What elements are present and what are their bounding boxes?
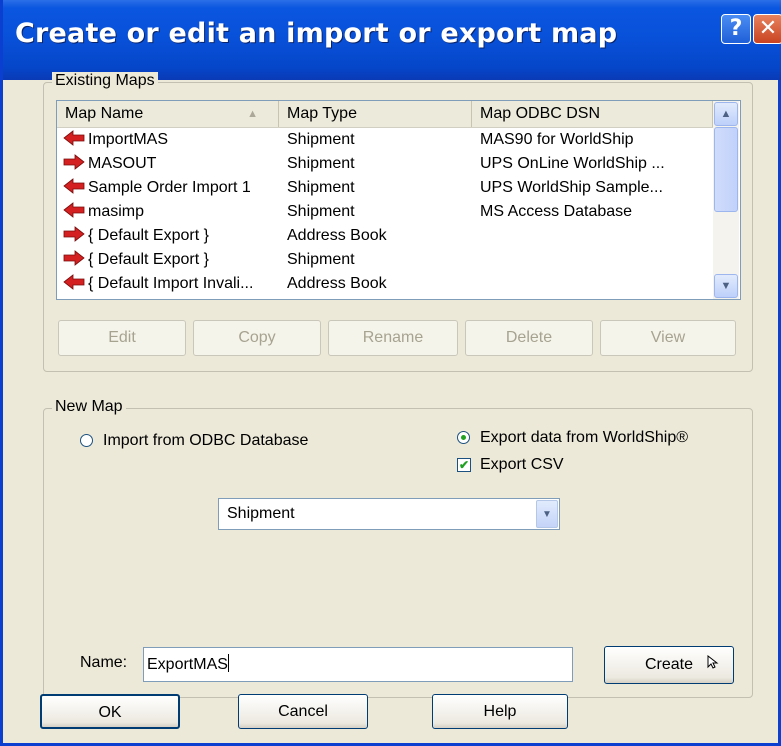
import-arrow-icon [63, 274, 85, 290]
maps-list[interactable]: Map Name ▲ Map Type Map ODBC DSN ImportMA… [56, 100, 741, 300]
import-arrow-icon [63, 130, 85, 146]
export-arrow-icon [63, 154, 85, 170]
map-name-cell: Sample Order Import 1 [63, 176, 277, 200]
map-row[interactable]: ImportMAS Shipment MAS90 for WorldShip [57, 128, 713, 152]
view-button[interactable]: View [600, 320, 736, 356]
import-option-label[interactable]: Import from ODBC Database [103, 432, 308, 450]
maps-list-header: Map Name ▲ Map Type Map ODBC DSN [57, 101, 713, 128]
map-type-cell: Shipment [287, 251, 355, 268]
map-name-cell: { Default Import Invali... [63, 272, 277, 296]
export-option-label[interactable]: Export data from WorldShip® [480, 429, 688, 447]
map-type-selected: Shipment [227, 505, 295, 522]
import-arrow-icon [63, 202, 85, 218]
map-type-cell: Shipment [287, 131, 355, 148]
copy-button[interactable]: Copy [193, 320, 321, 356]
column-map-type[interactable]: Map Type [279, 101, 472, 127]
sort-arrow-icon: ▲ [247, 108, 258, 120]
existing-maps-legend: Existing Maps [52, 72, 158, 90]
edit-button[interactable]: Edit [58, 320, 186, 356]
mouse-pointer-icon [707, 655, 719, 669]
map-row[interactable]: { Default Export } Shipment [57, 248, 713, 272]
export-arrow-icon [63, 250, 85, 266]
dropdown-arrow-icon[interactable]: ▼ [536, 500, 558, 528]
map-name-input[interactable]: ExportMAS [143, 647, 573, 682]
map-name-cell: { Default Export } [63, 224, 277, 248]
scroll-thumb[interactable] [714, 127, 738, 212]
map-name-cell: ImportMAS [63, 128, 277, 152]
map-type-cell: Shipment [287, 155, 355, 172]
scroll-down-icon[interactable]: ▼ [714, 274, 738, 298]
map-name-cell: masimp [63, 200, 277, 224]
map-type-cell: Address Book [287, 275, 387, 292]
column-map-odbc-dsn[interactable]: Map ODBC DSN [472, 101, 713, 127]
map-row[interactable]: Sample Order Import 1 Shipment UPS WorldSh… [57, 176, 713, 200]
map-type-cell: Address Book [287, 227, 387, 244]
export-csv-checkbox[interactable]: ✔ [457, 458, 471, 472]
export-csv-label[interactable]: Export CSV [480, 456, 564, 474]
export-option-radio[interactable] [457, 431, 470, 444]
export-arrow-icon [63, 226, 85, 242]
ok-button[interactable]: OK [40, 694, 180, 729]
cancel-button[interactable]: Cancel [238, 694, 368, 729]
name-label: Name: [80, 654, 128, 671]
map-type-cell: Shipment [287, 179, 355, 196]
rename-button[interactable]: Rename [328, 320, 458, 356]
map-dsn-cell: MS Access Database [480, 203, 633, 220]
map-row[interactable]: masimp Shipment MS Access Database [57, 200, 713, 224]
map-dsn-cell: MAS90 for WorldShip [480, 131, 634, 148]
map-type-select[interactable]: Shipment ▼ [218, 498, 560, 530]
map-name-cell: MASOUT [63, 152, 277, 176]
column-map-name[interactable]: Map Name ▲ [57, 101, 279, 127]
map-type-cell: Shipment [287, 203, 355, 220]
map-dsn-cell: UPS WorldShip Sample... [480, 179, 663, 196]
map-row[interactable]: { Default Import Invali... Address Book [57, 272, 713, 296]
map-name-cell: { Default Export } [63, 248, 277, 272]
delete-button[interactable]: Delete [465, 320, 593, 356]
import-option-radio[interactable] [80, 434, 93, 447]
scroll-up-icon[interactable]: ▲ [714, 102, 738, 126]
map-row[interactable]: MASOUT Shipment UPS OnLine WorldShip ... [57, 152, 713, 176]
map-dsn-cell: UPS OnLine WorldShip ... [480, 155, 665, 172]
dialog-client: Existing Maps Map Name ▲ Map Type Map ODB… [0, 0, 781, 746]
help-button[interactable]: Help [432, 694, 568, 729]
import-arrow-icon [63, 178, 85, 194]
new-map-legend: New Map [52, 398, 126, 416]
maps-list-scrollbar[interactable]: ▲ ▼ [713, 101, 739, 299]
map-row[interactable]: { Default Export } Address Book [57, 224, 713, 248]
